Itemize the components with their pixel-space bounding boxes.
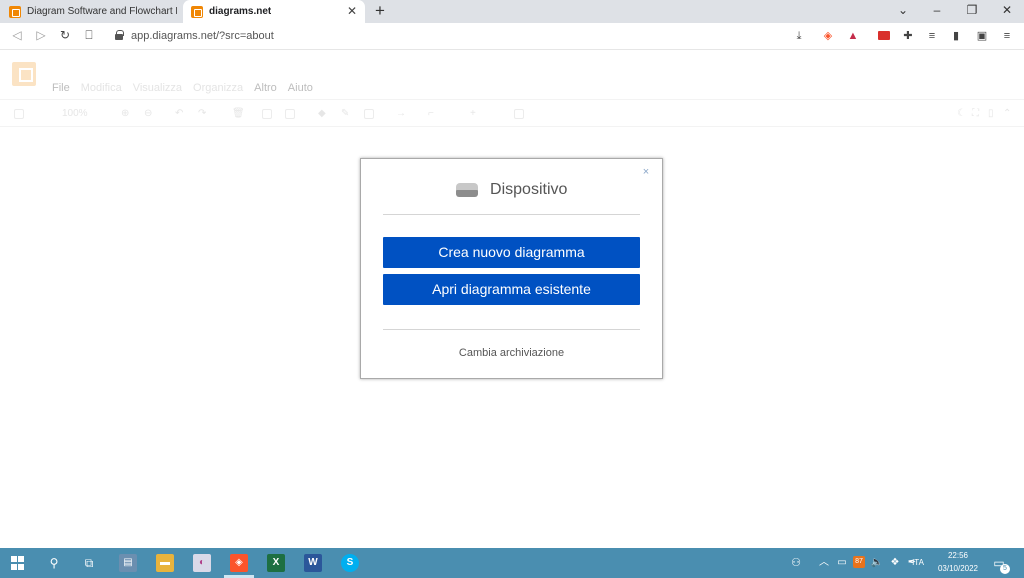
windows-taskbar: ⚲ ⧉ ▤ ▬ ◐ ◈ X W S ⚇ ︿ ▭ 🔈 ❖ ✒ ITA 22:56 … (0, 548, 1024, 578)
format-panel-icon[interactable]: ▯ (988, 108, 994, 120)
extension-red-icon[interactable] (877, 29, 891, 43)
dialog-header: Dispositivo (361, 181, 662, 205)
browser-tab-diagrams-net[interactable]: diagrams.net ✕ (183, 0, 365, 23)
people-icon[interactable]: ⚇ (788, 555, 804, 571)
hard-drive-icon (455, 182, 478, 198)
back-icon[interactable]: ◁ (9, 28, 25, 42)
windows-start-icon[interactable] (11, 556, 25, 570)
sidebar-icon[interactable]: ▮ (949, 29, 963, 43)
clock-time[interactable]: 22:56 (930, 551, 986, 560)
extensions-puzzle-icon[interactable]: ✚ (901, 29, 915, 43)
task-view-icon[interactable]: ⧉ (81, 555, 97, 571)
lock-icon (115, 30, 124, 40)
install-app-icon[interactable]: ⤓ (792, 29, 806, 43)
drawio-favicon-icon (191, 5, 203, 18)
excel-icon[interactable]: X (267, 554, 285, 572)
tab-search-chevron-icon[interactable]: ⌄ (896, 3, 910, 17)
menu-aiuto[interactable]: Aiuto (288, 82, 313, 94)
reload-icon[interactable]: ↻ (57, 28, 73, 42)
menu-visualizza[interactable]: Visualizza (133, 82, 182, 94)
address-bar: ◁ ▷ ↻ ⎕ app.diagrams.net/?src=about ⤓ ◈ … (0, 23, 1024, 50)
close-dialog-icon[interactable]: × (640, 166, 652, 178)
new-tab-button[interactable]: + (372, 1, 388, 21)
menu-organizza[interactable]: Organizza (193, 82, 243, 94)
restore-icon[interactable]: ❐ (965, 3, 979, 17)
collapse-icon[interactable]: ⌃ (1003, 108, 1011, 120)
battery-badge: 87 (853, 556, 865, 568)
divider (383, 329, 640, 330)
table-icon[interactable] (514, 109, 524, 119)
dark-mode-icon[interactable]: ☾ (957, 108, 966, 120)
menu-altro[interactable]: Altro (254, 82, 277, 94)
insert-icon[interactable]: + (470, 108, 476, 120)
redo-icon[interactable]: ↷ (198, 108, 206, 120)
app-menubar: File Modifica Visualizza Organizza Altro… (52, 82, 313, 94)
notification-count-badge: 5 (1000, 564, 1010, 574)
waypoints-icon[interactable]: ⌐ (428, 108, 434, 120)
word-icon[interactable]: W (304, 554, 322, 572)
browser-tab-strip: Diagram Software and Flowchart Maker dia… (0, 0, 1024, 23)
shadow-icon[interactable] (364, 109, 374, 119)
language-indicator[interactable]: ITA (907, 558, 929, 567)
media-control-icon[interactable]: ≡ (925, 29, 939, 43)
drawio-logo-icon (12, 62, 36, 86)
network-icon[interactable]: ▭ (834, 555, 850, 571)
connection-icon[interactable]: → (396, 108, 406, 120)
brave-rewards-icon[interactable]: ▲ (846, 29, 860, 43)
zoom-select[interactable]: 100% (62, 108, 88, 120)
browser-tab-diagram-software[interactable]: Diagram Software and Flowchart Maker (0, 0, 183, 23)
open-existing-diagram-button[interactable]: Apri diagramma esistente (383, 274, 640, 305)
clock-date[interactable]: 03/10/2022 (930, 564, 986, 573)
tab-title: Diagram Software and Flowchart Maker (27, 6, 177, 17)
brave-browser-icon[interactable]: ◈ (230, 554, 248, 572)
notepad-icon[interactable]: ▤ (119, 554, 137, 572)
skype-icon[interactable]: S (341, 554, 359, 572)
change-storage-link[interactable]: Cambia archiviazione (361, 347, 662, 359)
menu-file[interactable]: File (52, 82, 70, 94)
close-tab-icon[interactable]: ✕ (345, 4, 359, 18)
forward-icon[interactable]: ▷ (33, 28, 49, 42)
brave-shields-icon[interactable]: ◈ (821, 29, 835, 43)
line-color-icon[interactable]: ✎ (341, 108, 349, 120)
app-capture-icon[interactable]: ◐ (193, 554, 211, 572)
tab-title: diagrams.net (209, 6, 272, 17)
to-back-icon[interactable] (285, 109, 295, 119)
show-hidden-icons-chevron-icon[interactable]: ︿ (816, 555, 832, 571)
create-new-diagram-button[interactable]: Crea nuovo diagramma (383, 237, 640, 268)
minimize-icon[interactable]: – (930, 3, 944, 17)
browser-menu-icon[interactable]: ≡ (1000, 29, 1014, 43)
fullscreen-icon[interactable]: ⛶ (972, 108, 979, 120)
menu-modifica[interactable]: Modifica (81, 82, 122, 94)
delete-icon[interactable]: 🗑 (232, 108, 245, 120)
storage-dialog: × Dispositivo Crea nuovo diagramma Apri … (360, 158, 663, 379)
search-icon[interactable]: ⚲ (46, 555, 62, 571)
view-toggle-icon[interactable] (14, 109, 24, 119)
bookmark-icon[interactable]: ⎕ (81, 28, 97, 43)
zoom-out-icon[interactable]: ⊖ (144, 108, 152, 120)
divider (383, 214, 640, 215)
app-toolbar: 100% ⊕ ⊖ ↶ ↷ 🗑 ◆ ✎ → ⌐ + ☾ ⛶ ▯ ⌃ (0, 99, 1024, 127)
zoom-in-icon[interactable]: ⊕ (121, 108, 129, 120)
wallet-icon[interactable]: ▣ (975, 29, 989, 43)
undo-icon[interactable]: ↶ (175, 108, 183, 120)
file-explorer-icon[interactable]: ▬ (156, 554, 174, 572)
close-window-icon[interactable]: ✕ (1000, 3, 1014, 17)
dialog-title: Dispositivo (490, 181, 568, 198)
volume-icon[interactable]: 🔈 (869, 555, 885, 571)
dropbox-icon[interactable]: ❖ (887, 555, 903, 571)
drawio-favicon-icon (9, 5, 21, 18)
to-front-icon[interactable] (262, 109, 272, 119)
fill-color-icon[interactable]: ◆ (318, 108, 326, 120)
url-field[interactable]: app.diagrams.net/?src=about (131, 30, 274, 42)
